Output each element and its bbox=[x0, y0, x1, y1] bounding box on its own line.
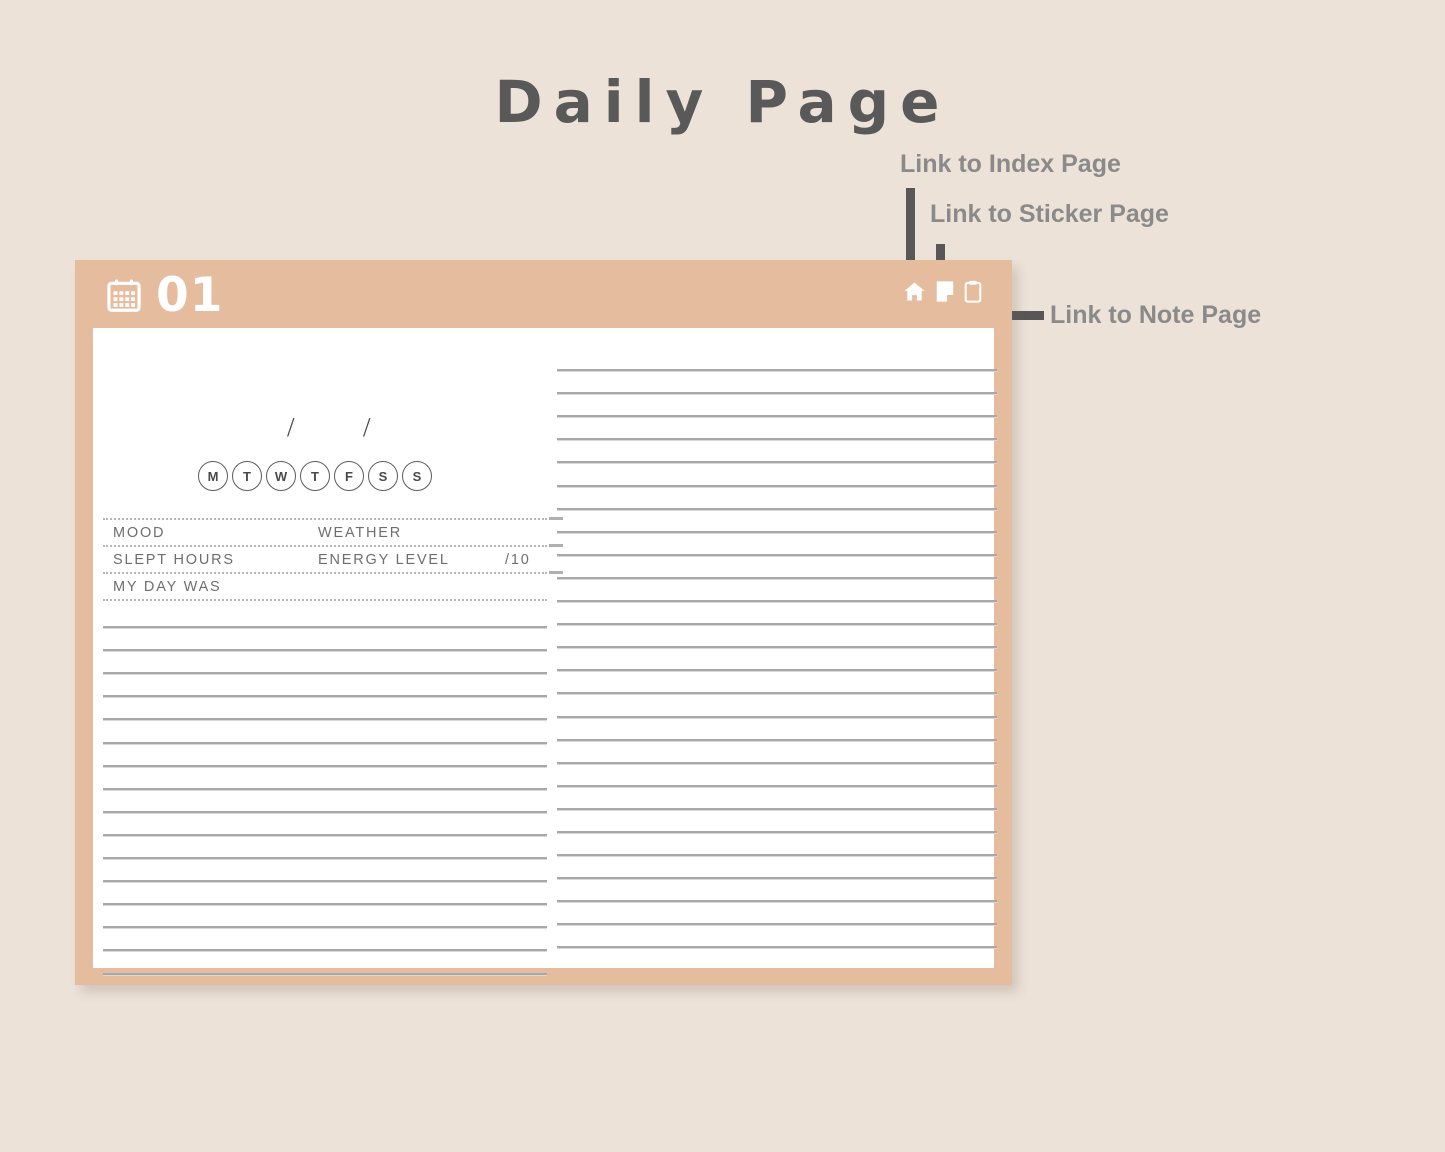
meta-row-2[interactable]: MY DAY WAS bbox=[103, 571, 563, 601]
writing-line-right-6[interactable] bbox=[557, 487, 997, 510]
writing-line-right-21[interactable] bbox=[557, 833, 997, 857]
day-number: 01 bbox=[156, 268, 224, 323]
writing-line-left-4[interactable] bbox=[103, 697, 547, 721]
weekday-circle-4[interactable]: F bbox=[334, 461, 364, 491]
date-slash-2: / bbox=[363, 412, 371, 442]
writing-line-left-5[interactable] bbox=[103, 720, 547, 744]
annotation-connector-note-page bbox=[1011, 311, 1044, 320]
date-slash-1: / bbox=[287, 412, 295, 442]
weekday-circle-5[interactable]: S bbox=[368, 461, 398, 491]
meta-label-weather: WEATHER bbox=[318, 525, 403, 541]
planner-header: 01 bbox=[75, 260, 1012, 328]
writing-line-left-13[interactable] bbox=[103, 905, 547, 929]
meta-label-10: /10 bbox=[505, 552, 531, 568]
meta-label-my-day-was: MY DAY WAS bbox=[113, 579, 222, 595]
clipboard-icon[interactable] bbox=[964, 280, 982, 303]
writing-line-right-11[interactable] bbox=[557, 602, 997, 626]
writing-line-right-2[interactable] bbox=[557, 394, 997, 418]
weekday-circle-2[interactable]: W bbox=[266, 461, 296, 491]
writing-line-right-5[interactable] bbox=[557, 463, 997, 487]
planner-header-date-group: 01 bbox=[105, 272, 223, 319]
writing-line-left-9[interactable] bbox=[103, 813, 547, 837]
writing-line-right-9[interactable] bbox=[557, 556, 997, 580]
writing-line-left-15[interactable] bbox=[103, 951, 547, 975]
meta-label-mood: MOOD bbox=[113, 525, 166, 541]
writing-line-right-19[interactable] bbox=[557, 787, 997, 810]
right-ruled-lines[interactable] bbox=[557, 348, 997, 949]
writing-line-right-24[interactable] bbox=[557, 902, 997, 926]
weekday-circle-0[interactable]: M bbox=[198, 461, 228, 491]
writing-line-left-14[interactable] bbox=[103, 928, 547, 952]
meta-label-energy-level: ENERGY LEVEL bbox=[318, 552, 450, 568]
writing-line-left-7[interactable] bbox=[103, 767, 547, 790]
meta-row-1[interactable]: SLEPT HOURS ENERGY LEVEL/10 bbox=[103, 544, 563, 572]
writing-line-left-8[interactable] bbox=[103, 790, 547, 813]
meta-label-slept-hours: SLEPT HOURS bbox=[113, 552, 235, 568]
writing-line-left-6[interactable] bbox=[103, 744, 547, 767]
planner-sheet: / / MTWTFSS MOOD WEATHER SLEPT HOURS ENERGY… bbox=[93, 328, 997, 975]
writing-line-right-16[interactable] bbox=[557, 718, 997, 741]
writing-line-right-1[interactable] bbox=[557, 371, 997, 395]
writing-line-right-10[interactable] bbox=[557, 579, 997, 603]
writing-line-right-7[interactable] bbox=[557, 510, 997, 533]
writing-line-right-14[interactable] bbox=[557, 671, 997, 695]
writing-line-left-1[interactable] bbox=[103, 628, 547, 652]
writing-line-right-22[interactable] bbox=[557, 856, 997, 880]
date-field[interactable]: / / bbox=[203, 412, 533, 446]
weekday-selector: MTWTFSS bbox=[198, 461, 432, 491]
writing-line-right-18[interactable] bbox=[557, 764, 997, 787]
sticky-note-icon[interactable] bbox=[935, 280, 955, 303]
writing-line-left-0[interactable] bbox=[103, 605, 547, 629]
weekday-circle-6[interactable]: S bbox=[402, 461, 432, 491]
writing-line-right-13[interactable] bbox=[557, 648, 997, 672]
writing-line-right-23[interactable] bbox=[557, 879, 997, 903]
writing-line-right-25[interactable] bbox=[557, 925, 997, 949]
writing-line-left-3[interactable] bbox=[103, 674, 547, 698]
writing-line-right-15[interactable] bbox=[557, 694, 997, 718]
planner-page: 01 / / M T W T F S S MOOD WEATHER SLEPT … bbox=[75, 260, 1012, 985]
writing-line-left-12[interactable] bbox=[103, 882, 547, 906]
writing-line-right-17[interactable] bbox=[557, 741, 997, 764]
calendar-icon bbox=[105, 277, 143, 315]
page-title: Daily Page bbox=[494, 68, 951, 136]
writing-line-right-20[interactable] bbox=[557, 810, 997, 834]
writing-line-right-4[interactable] bbox=[557, 440, 997, 464]
writing-line-left-10[interactable] bbox=[103, 836, 547, 860]
weekday-circle-3[interactable]: T bbox=[300, 461, 330, 491]
annotation-label-sticker-page: Link to Sticker Page bbox=[930, 200, 1169, 228]
left-ruled-lines[interactable] bbox=[103, 605, 547, 975]
writing-line-right-8[interactable] bbox=[557, 533, 997, 556]
writing-line-right-3[interactable] bbox=[557, 417, 997, 441]
writing-line-right-12[interactable] bbox=[557, 625, 997, 649]
weekday-circle-1[interactable]: T bbox=[232, 461, 262, 491]
meta-fields: MOOD WEATHER SLEPT HOURS ENERGY LEVEL/10 MY … bbox=[103, 517, 563, 601]
writing-line-right-0[interactable] bbox=[557, 348, 997, 372]
annotation-label-index-page: Link to Index Page bbox=[900, 150, 1121, 178]
meta-row-0[interactable]: MOOD WEATHER bbox=[103, 517, 563, 545]
home-icon[interactable] bbox=[903, 280, 926, 303]
writing-line-left-2[interactable] bbox=[103, 651, 547, 675]
planner-header-links bbox=[903, 280, 982, 303]
writing-line-left-11[interactable] bbox=[103, 859, 547, 883]
annotation-label-note-page: Link to Note Page bbox=[1050, 301, 1262, 329]
